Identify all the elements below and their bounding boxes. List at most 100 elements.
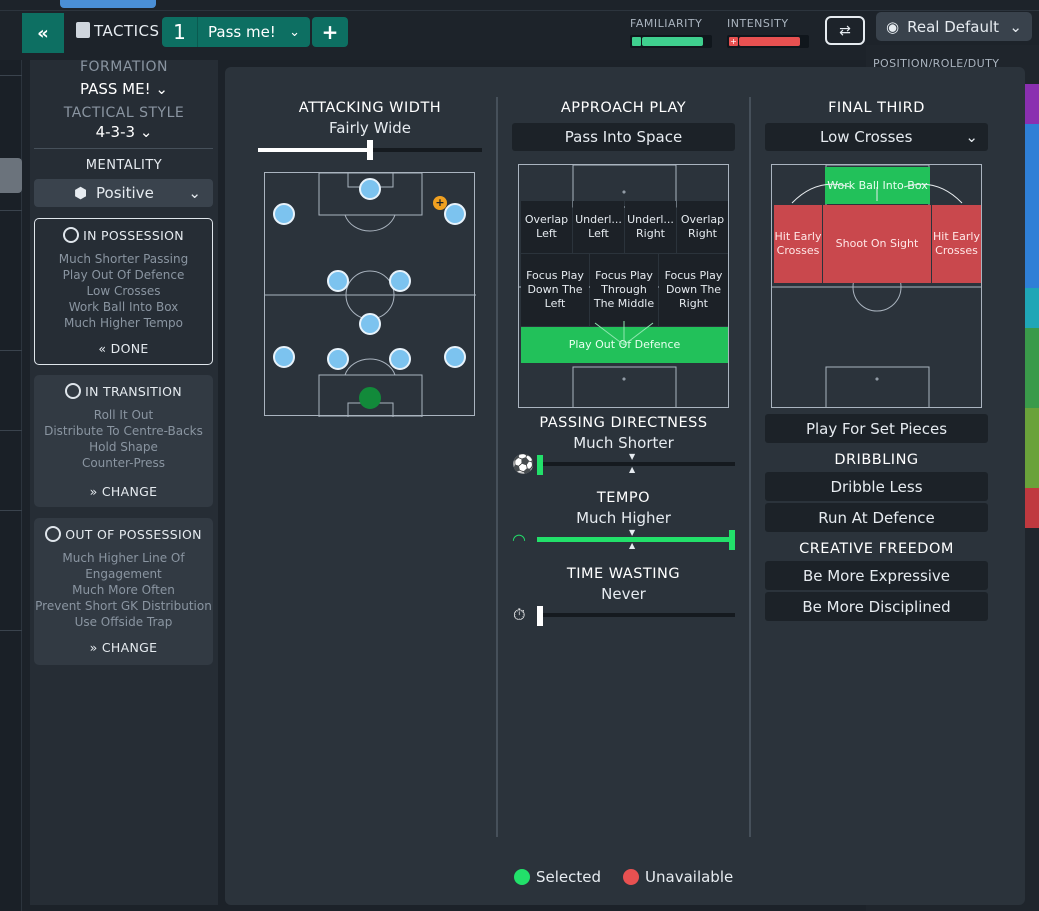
zone-focus-right[interactable]: Focus Play Down The Right [659,254,728,326]
double-chevron-left-icon: « [37,22,49,44]
goalkeeper-marker[interactable] [359,387,381,409]
view-select-value: Real Default [907,17,1000,36]
zone-overlap-left[interactable]: Overlap Left [521,201,572,253]
in-possession-card[interactable]: IN POSSESSION Much Shorter Passing Play … [34,218,213,365]
chevron-down-icon: ⌄ [155,80,168,98]
be-more-disciplined-button[interactable]: Be More Disciplined [765,592,988,621]
in-possession-list: Much Shorter Passing Play Out Of Defence… [58,252,189,330]
zone-hit-early-crosses-left[interactable]: Hit Early Crosses [774,205,822,283]
double-chevron-left-icon: « [98,341,107,356]
player-marker[interactable] [444,203,466,225]
zone-focus-left[interactable]: Focus Play Down The Left [521,254,589,326]
run-at-defence-button[interactable]: Run At Defence [765,503,988,532]
player-marker[interactable] [389,348,411,370]
be-more-expressive-button[interactable]: Be More Expressive [765,561,988,590]
out-of-possession-list: Much Higher Line Of Engagement Much More… [35,551,212,629]
passing-directness-title: PASSING DIRECTNESS [539,415,708,431]
back-button[interactable]: « [22,13,64,53]
time-wasting-handle[interactable] [537,606,543,626]
zone-focus-middle[interactable]: Focus Play Through The Middle [590,254,658,326]
tempo-value: Much Higher [576,509,671,527]
player-marker[interactable] [273,346,295,368]
tempo-handle[interactable] [729,530,735,550]
player-marker[interactable] [327,270,349,292]
player-marker[interactable] [359,178,381,200]
chevron-down-icon: ⌄ [1009,17,1022,36]
player-marker[interactable] [359,313,381,335]
in-transition-list: Roll It Out Distribute To Centre-Backs H… [44,408,203,470]
zone-underlap-left[interactable]: Underl... Left [573,201,624,253]
zone-underlap-right[interactable]: Underl... Right [625,201,676,253]
player-marker[interactable] [389,270,411,292]
ball-icon: ⚽ [512,454,535,475]
column-divider [496,97,498,837]
familiarity-label: FAMILIARITY [630,17,703,30]
ball-icon [45,526,62,542]
passing-directness-handle[interactable] [537,455,543,475]
divider [34,148,213,149]
tactics-title: TACTICS [76,22,160,40]
familiarity-icon [632,37,641,46]
tactical-style-label: TACTICAL STYLE [63,105,185,121]
player-marker[interactable] [327,348,349,370]
mentality-label: MENTALITY [85,158,163,173]
familiarity-fill [642,37,704,46]
dribble-less-button[interactable]: Dribble Less [765,472,988,501]
mentality-select[interactable]: ⬢ Positive ⌄ [34,179,213,207]
zone-play-out-of-defence[interactable]: Play Out Of Defence [521,327,728,363]
player-marker[interactable] [444,346,466,368]
left-edge-panel [0,60,22,911]
selected-dot-icon [514,869,530,885]
double-chevron-right-icon: » [89,484,98,499]
ball-icon [63,227,80,243]
time-wasting-slider[interactable] [537,613,735,617]
attacking-width-handle[interactable] [367,140,373,160]
eye-icon: ◉ [886,17,900,36]
legend-selected: Selected [536,868,602,886]
swap-button[interactable]: ⇄ [825,16,865,45]
passing-directness-value: Much Shorter [573,434,674,452]
unavailable-dot-icon [623,869,640,885]
intensity-icon: + [729,37,738,46]
shield-icon: ⬢ [74,184,88,202]
zone-shoot-on-sight[interactable]: Shoot On Sight [823,205,931,283]
out-of-possession-card[interactable]: OUT OF POSSESSION Much Higher Line Of En… [34,518,213,665]
chevron-down-icon: ⌄ [965,128,978,146]
play-for-set-pieces-button[interactable]: Play For Set Pieces [765,414,988,443]
chevron-down-icon: ⌄ [188,184,201,202]
intensity-meter[interactable]: + [727,35,809,48]
zone-overlap-right[interactable]: Overlap Right [677,201,728,253]
attacking-width-value: Fairly Wide [328,119,411,137]
change-button[interactable]: » CHANGE [34,640,213,655]
double-chevron-right-icon: » [89,640,98,655]
final-third-select[interactable]: Low Crosses ⌄ [765,123,988,151]
role-color-bar [1025,124,1039,288]
legend-unavailable: Unavailable [645,868,734,886]
active-tab-indicator [60,0,156,8]
familiarity-meter[interactable] [630,35,712,48]
approach-play-select[interactable]: Pass Into Space [512,123,735,151]
midpoint-marker: ▼ [629,452,636,461]
tactics-board-icon [76,22,90,38]
time-wasting-value: Never [601,585,646,603]
view-select[interactable]: ◉ Real Default ⌄ [876,12,1032,41]
tactical-style-select[interactable]: 4-3-3 ⌄ [34,123,214,141]
midpoint-marker: ▲ [629,541,636,550]
change-button[interactable]: » CHANGE [34,484,213,499]
done-button[interactable]: « DONE [35,341,212,356]
add-tactic-button[interactable]: + [312,17,348,47]
tactic-selector[interactable]: 1 Pass me! ⌄ [162,17,310,47]
zone-work-ball-into-box[interactable]: Work Ball Into Box [825,167,930,204]
legend: Selected Unavailable [514,868,733,886]
column-divider [749,97,751,837]
chevron-down-icon: ⌄ [139,123,153,141]
passing-directness-slider[interactable] [537,462,735,466]
tactic-name: Pass me! [208,23,276,41]
in-transition-card[interactable]: IN TRANSITION Roll It Out Distribute To … [34,375,213,507]
divider [0,10,1039,11]
intensity-label: INTENSITY [727,17,789,30]
formation-select[interactable]: PASS ME! ⌄ [34,80,214,98]
dribbling-title: DRIBBLING [834,452,919,468]
zone-hit-early-crosses-right[interactable]: Hit Early Crosses [932,205,981,283]
player-marker[interactable] [273,203,295,225]
